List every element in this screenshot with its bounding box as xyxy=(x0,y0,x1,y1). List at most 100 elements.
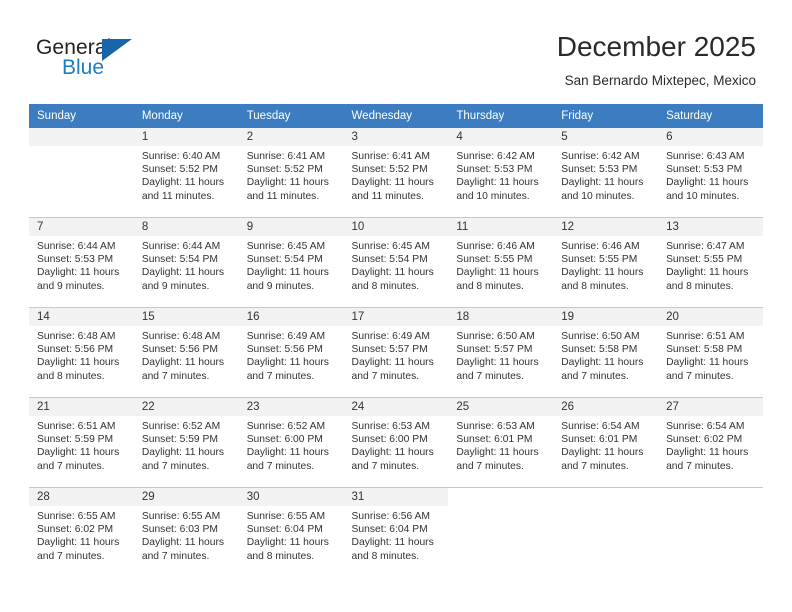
sunset-text: Sunset: 6:02 PM xyxy=(37,524,114,536)
calendar-day-cell[interactable]: 13 Sunrise: 6:47 AM Sunset: 5:55 PM Dayligh… xyxy=(658,217,763,308)
day-cell-inner: 21 Sunrise: 6:51 AM Sunset: 5:59 PM Dayligh… xyxy=(29,398,134,487)
calendar-day-cell[interactable]: 9 Sunrise: 6:45 AM Sunset: 5:54 PM Daylight… xyxy=(238,217,344,308)
daylight-text-line1: Daylight: 11 hours xyxy=(37,537,120,549)
daylight-text-line1: Daylight: 11 hours xyxy=(141,447,225,459)
calendar-day-cell[interactable] xyxy=(448,487,554,577)
sunset-text: Sunset: 5:57 PM xyxy=(351,344,428,356)
sunset-text: Sunset: 5:58 PM xyxy=(561,344,638,356)
calendar-day-cell[interactable]: 12 Sunrise: 6:46 AM Sunset: 5:55 PM Dayligh… xyxy=(553,217,659,308)
daylight-text-line2: and 8 minutes. xyxy=(351,280,420,292)
day-sun-info: Sunrise: 6:46 AM Sunset: 5:55 PM Daylight:… xyxy=(553,236,658,293)
day-number: 29 xyxy=(133,488,239,506)
weekday-header-saturday: Saturday xyxy=(658,104,763,128)
sunset-text: Sunset: 5:54 PM xyxy=(351,254,428,266)
calendar-day-cell[interactable]: 2 Sunrise: 6:41 AM Sunset: 5:52 PM Daylight… xyxy=(238,128,344,218)
daylight-text-line2: and 8 minutes. xyxy=(561,280,629,292)
day-cell-inner: 28 Sunrise: 6:55 AM Sunset: 6:02 PM Dayligh… xyxy=(29,488,134,577)
calendar-day-cell[interactable]: 4 Sunrise: 6:42 AM Sunset: 5:53 PM Daylight… xyxy=(448,128,554,218)
daylight-text-line2: and 7 minutes. xyxy=(666,370,734,382)
calendar-day-cell[interactable]: 21 Sunrise: 6:51 AM Sunset: 5:59 PM Dayligh… xyxy=(29,397,134,488)
calendar-day-cell[interactable]: 6 Sunrise: 6:43 AM Sunset: 5:53 PM Daylight… xyxy=(658,128,763,218)
calendar-day-cell[interactable]: 5 Sunrise: 6:42 AM Sunset: 5:53 PM Daylight… xyxy=(553,128,659,218)
daylight-text-line2: and 7 minutes. xyxy=(561,460,629,472)
day-sun-info: Sunrise: 6:44 AM Sunset: 5:53 PM Daylight:… xyxy=(29,236,134,293)
calendar-day-cell[interactable]: 19 Sunrise: 6:50 AM Sunset: 5:58 PM Dayligh… xyxy=(553,307,659,398)
sunrise-text: Sunrise: 6:46 AM xyxy=(561,241,640,252)
day-cell-inner xyxy=(29,128,134,217)
sunrise-text: Sunrise: 6:55 AM xyxy=(246,511,326,522)
sunset-text: Sunset: 5:59 PM xyxy=(37,434,114,446)
calendar-day-cell[interactable] xyxy=(658,487,763,577)
daylight-text-line2: and 9 minutes. xyxy=(37,280,105,292)
sunset-text: Sunset: 5:54 PM xyxy=(141,254,218,266)
calendar-day-cell[interactable]: 3 Sunrise: 6:41 AM Sunset: 5:52 PM Daylight… xyxy=(343,128,449,218)
daylight-text-line1: Daylight: 11 hours xyxy=(561,447,644,459)
calendar-week-row: 28 Sunrise: 6:55 AM Sunset: 6:02 PM Dayligh… xyxy=(29,487,763,577)
day-number: 24 xyxy=(343,398,449,416)
calendar-day-cell[interactable]: 30 Sunrise: 6:55 AM Sunset: 6:04 PM Dayligh… xyxy=(238,487,344,577)
sunset-text: Sunset: 6:03 PM xyxy=(141,524,218,536)
daylight-text-line1: Daylight: 11 hours xyxy=(456,267,539,279)
calendar-day-cell[interactable]: 24 Sunrise: 6:53 AM Sunset: 6:00 PM Dayligh… xyxy=(343,397,449,488)
day-number: 17 xyxy=(343,308,449,326)
day-cell-inner: 29 Sunrise: 6:55 AM Sunset: 6:03 PM Dayligh… xyxy=(133,488,239,577)
sunset-text: Sunset: 6:00 PM xyxy=(351,434,428,446)
day-number: 18 xyxy=(448,308,554,326)
sunset-text: Sunset: 6:01 PM xyxy=(456,434,533,446)
daylight-text-line1: Daylight: 11 hours xyxy=(351,357,434,369)
calendar-day-cell[interactable]: 23 Sunrise: 6:52 AM Sunset: 6:00 PM Dayligh… xyxy=(238,397,344,488)
page-title: December 2025 xyxy=(556,31,756,62)
calendar-day-cell[interactable]: 26 Sunrise: 6:54 AM Sunset: 6:01 PM Dayligh… xyxy=(553,397,659,488)
sunrise-text: Sunrise: 6:44 AM xyxy=(37,241,116,252)
calendar-day-cell[interactable]: 17 Sunrise: 6:49 AM Sunset: 5:57 PM Dayligh… xyxy=(343,307,449,398)
calendar-day-cell[interactable]: 29 Sunrise: 6:55 AM Sunset: 6:03 PM Dayligh… xyxy=(133,487,239,577)
calendar-day-cell[interactable]: 15 Sunrise: 6:48 AM Sunset: 5:56 PM Dayligh… xyxy=(133,307,239,398)
calendar-day-cell[interactable]: 14 Sunrise: 6:48 AM Sunset: 5:56 PM Dayligh… xyxy=(29,307,134,398)
calendar-day-cell[interactable] xyxy=(553,487,659,577)
daylight-text-line2: and 8 minutes. xyxy=(666,280,734,292)
calendar-day-cell[interactable]: 28 Sunrise: 6:55 AM Sunset: 6:02 PM Dayligh… xyxy=(29,487,134,577)
calendar-day-cell[interactable]: 10 Sunrise: 6:45 AM Sunset: 5:54 PM Dayligh… xyxy=(343,217,449,308)
calendar-day-cell[interactable]: 11 Sunrise: 6:46 AM Sunset: 5:55 PM Dayligh… xyxy=(448,217,554,308)
calendar-day-cell[interactable]: 16 Sunrise: 6:49 AM Sunset: 5:56 PM Dayligh… xyxy=(238,307,344,398)
general-blue-logo[interactable]: General Blue xyxy=(36,36,156,84)
sunset-text: Sunset: 5:52 PM xyxy=(351,164,428,176)
sunset-text: Sunset: 6:04 PM xyxy=(351,524,428,536)
sunrise-text: Sunrise: 6:53 AM xyxy=(456,421,535,432)
calendar-day-cell[interactable]: 8 Sunrise: 6:44 AM Sunset: 5:54 PM Daylight… xyxy=(133,217,239,308)
daylight-text-line2: and 7 minutes. xyxy=(246,370,315,382)
day-number: 11 xyxy=(448,218,554,236)
daylight-text-line2: and 10 minutes. xyxy=(456,190,530,202)
calendar-day-cell[interactable] xyxy=(29,128,134,218)
sunset-text: Sunset: 5:53 PM xyxy=(456,164,533,176)
daylight-text-line2: and 8 minutes. xyxy=(246,550,315,562)
day-cell-inner: 25 Sunrise: 6:53 AM Sunset: 6:01 PM Dayligh… xyxy=(448,398,554,487)
day-number: 19 xyxy=(553,308,659,326)
calendar-day-cell[interactable]: 20 Sunrise: 6:51 AM Sunset: 5:58 PM Dayligh… xyxy=(658,307,763,398)
sunrise-text: Sunrise: 6:55 AM xyxy=(141,511,221,522)
calendar-week-row: 7 Sunrise: 6:44 AM Sunset: 5:53 PM Daylight… xyxy=(29,217,763,308)
day-number: 26 xyxy=(553,398,659,416)
sunset-text: Sunset: 5:52 PM xyxy=(246,164,323,176)
calendar-day-cell[interactable]: 18 Sunrise: 6:50 AM Sunset: 5:57 PM Dayligh… xyxy=(448,307,554,398)
sunrise-text: Sunrise: 6:50 AM xyxy=(456,331,535,342)
day-sun-info: Sunrise: 6:55 AM Sunset: 6:02 PM Daylight:… xyxy=(29,506,134,563)
day-sun-info: Sunrise: 6:50 AM Sunset: 5:57 PM Daylight:… xyxy=(448,326,553,383)
sunset-text: Sunset: 5:56 PM xyxy=(246,344,323,356)
calendar-day-cell[interactable]: 25 Sunrise: 6:53 AM Sunset: 6:01 PM Dayligh… xyxy=(448,397,554,488)
day-cell-inner: 5 Sunrise: 6:42 AM Sunset: 5:53 PM Daylight… xyxy=(553,128,659,217)
calendar-day-cell[interactable]: 22 Sunrise: 6:52 AM Sunset: 5:59 PM Dayligh… xyxy=(133,397,239,488)
day-sun-info: Sunrise: 6:46 AM Sunset: 5:55 PM Daylight:… xyxy=(448,236,553,293)
calendar-day-cell[interactable]: 31 Sunrise: 6:56 AM Sunset: 6:04 PM Dayligh… xyxy=(343,487,449,577)
daylight-text-line2: and 10 minutes. xyxy=(561,190,635,202)
calendar-day-cell[interactable]: 1 Sunrise: 6:40 AM Sunset: 5:52 PM Daylight… xyxy=(133,128,239,218)
sunrise-text: Sunrise: 6:51 AM xyxy=(37,421,116,432)
day-sun-info: Sunrise: 6:45 AM Sunset: 5:54 PM Daylight:… xyxy=(344,236,449,293)
daylight-text-line1: Daylight: 11 hours xyxy=(561,267,644,279)
day-number: 3 xyxy=(343,128,449,146)
calendar-day-cell[interactable]: 27 Sunrise: 6:54 AM Sunset: 6:02 PM Dayligh… xyxy=(658,397,763,488)
daylight-text-line1: Daylight: 11 hours xyxy=(351,447,434,459)
day-sun-info: Sunrise: 6:56 AM Sunset: 6:04 PM Daylight:… xyxy=(344,506,449,563)
day-number: 21 xyxy=(29,398,134,416)
calendar-day-cell[interactable]: 7 Sunrise: 6:44 AM Sunset: 5:53 PM Daylight… xyxy=(29,217,134,308)
